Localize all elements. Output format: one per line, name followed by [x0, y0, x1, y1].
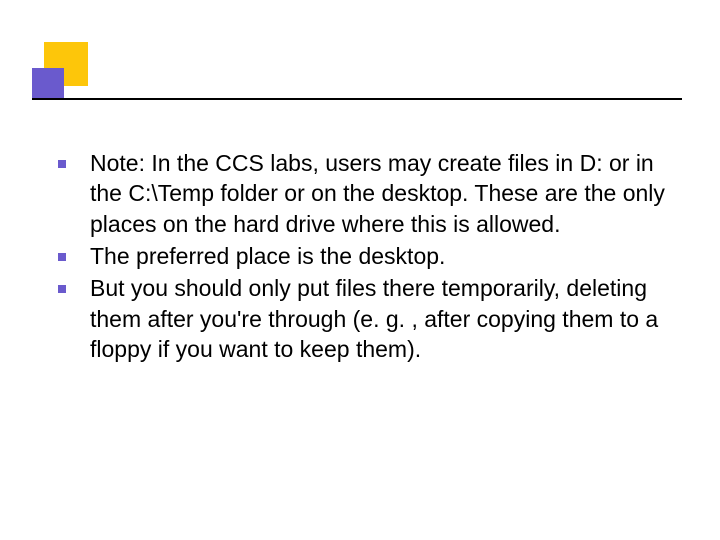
- bullet-icon: [58, 160, 66, 168]
- list-item: The preferred place is the desktop.: [58, 241, 668, 271]
- slide-body: Note: In the CCS labs, users may create …: [58, 148, 668, 367]
- bullet-text: Note: In the CCS labs, users may create …: [90, 148, 668, 239]
- list-item: Note: In the CCS labs, users may create …: [58, 148, 668, 239]
- list-item: But you should only put files there temp…: [58, 273, 668, 364]
- bullet-text: But you should only put files there temp…: [90, 273, 668, 364]
- bullet-list: Note: In the CCS labs, users may create …: [58, 148, 668, 365]
- horizontal-rule: [32, 98, 682, 100]
- bullet-text: The preferred place is the desktop.: [90, 241, 668, 271]
- header-decoration: [32, 42, 104, 100]
- bullet-icon: [58, 253, 66, 261]
- bullet-icon: [58, 285, 66, 293]
- purple-square-icon: [32, 68, 64, 100]
- slide: Note: In the CCS labs, users may create …: [0, 0, 720, 540]
